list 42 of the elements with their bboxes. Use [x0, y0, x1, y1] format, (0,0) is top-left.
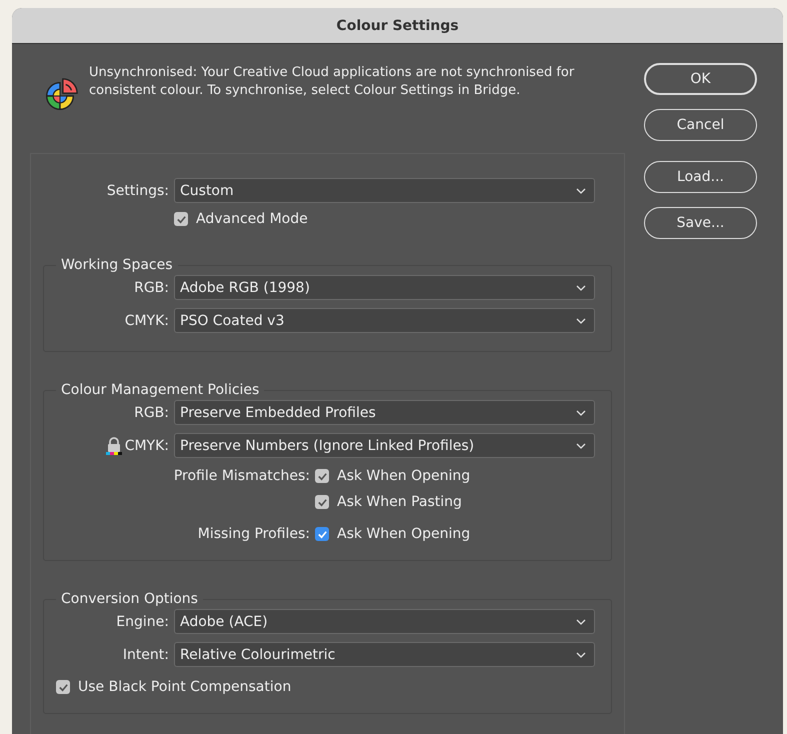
- chevron-down-icon: [576, 652, 586, 658]
- checkbox[interactable]: Ask When Opening: [315, 468, 470, 484]
- field-label: RGB:: [134, 280, 169, 296]
- chevron-down-icon: [576, 410, 586, 416]
- dialog-button[interactable]: Cancel: [644, 109, 757, 141]
- field-label: Engine:: [116, 614, 169, 630]
- advanced-mode-checkbox[interactable]: Advanced Mode: [174, 211, 308, 227]
- field-label: Intent:: [122, 646, 169, 662]
- sync-message: Unsynchronised: Your Creative Cloud applications are not synchronised for consistent colour. To synchronise, select Colour Settings in Bridge.: [89, 64, 576, 100]
- checkmark-icon: [316, 528, 328, 540]
- field-label: Profile Mismatches:: [174, 468, 310, 484]
- chevron-down-icon: [576, 618, 586, 624]
- field-label: Settings:: [106, 182, 170, 198]
- chevron-down-icon: [576, 318, 586, 324]
- group-title: Colour Management Policies: [60, 382, 260, 398]
- chevron-down-icon: [576, 188, 586, 194]
- chevron-down-icon: [576, 442, 586, 448]
- checkbox[interactable]: Ask When Pasting: [315, 494, 462, 510]
- chevron-down-icon: [576, 284, 586, 290]
- checkmark-icon: [58, 682, 68, 692]
- dialog-button[interactable]: OK: [644, 63, 757, 95]
- dropdown[interactable]: PSO Coated v3: [174, 308, 595, 333]
- checkbox[interactable]: Ask When Opening: [315, 526, 470, 542]
- settings-dropdown[interactable]: Custom: [174, 178, 595, 203]
- checkmark-icon: [316, 470, 328, 482]
- checkmark-icon: [176, 214, 186, 224]
- dropdown[interactable]: Adobe RGB (1998): [174, 275, 595, 300]
- field-label: CMYK:: [124, 438, 169, 454]
- dropdown[interactable]: Preserve Embedded Profiles: [174, 400, 595, 425]
- field-label: RGB:: [134, 404, 169, 420]
- dropdown[interactable]: Relative Colourimetric: [174, 642, 595, 667]
- group-title: Conversion Options: [60, 591, 199, 607]
- dropdown[interactable]: Adobe (ACE): [174, 609, 595, 634]
- window-title: Colour Settings: [336, 18, 459, 34]
- field-label: Missing Profiles:: [198, 526, 310, 542]
- field-label: CMYK:: [124, 312, 169, 328]
- checkbox[interactable]: Use Black Point Compensation: [56, 679, 292, 695]
- checkmark-icon: [316, 496, 328, 508]
- dialog-button[interactable]: Save...: [644, 207, 757, 239]
- group-title: Working Spaces: [60, 257, 174, 273]
- dialog-button[interactable]: Load...: [644, 161, 757, 193]
- dropdown[interactable]: Preserve Numbers (Ignore Linked Profiles): [174, 433, 595, 458]
